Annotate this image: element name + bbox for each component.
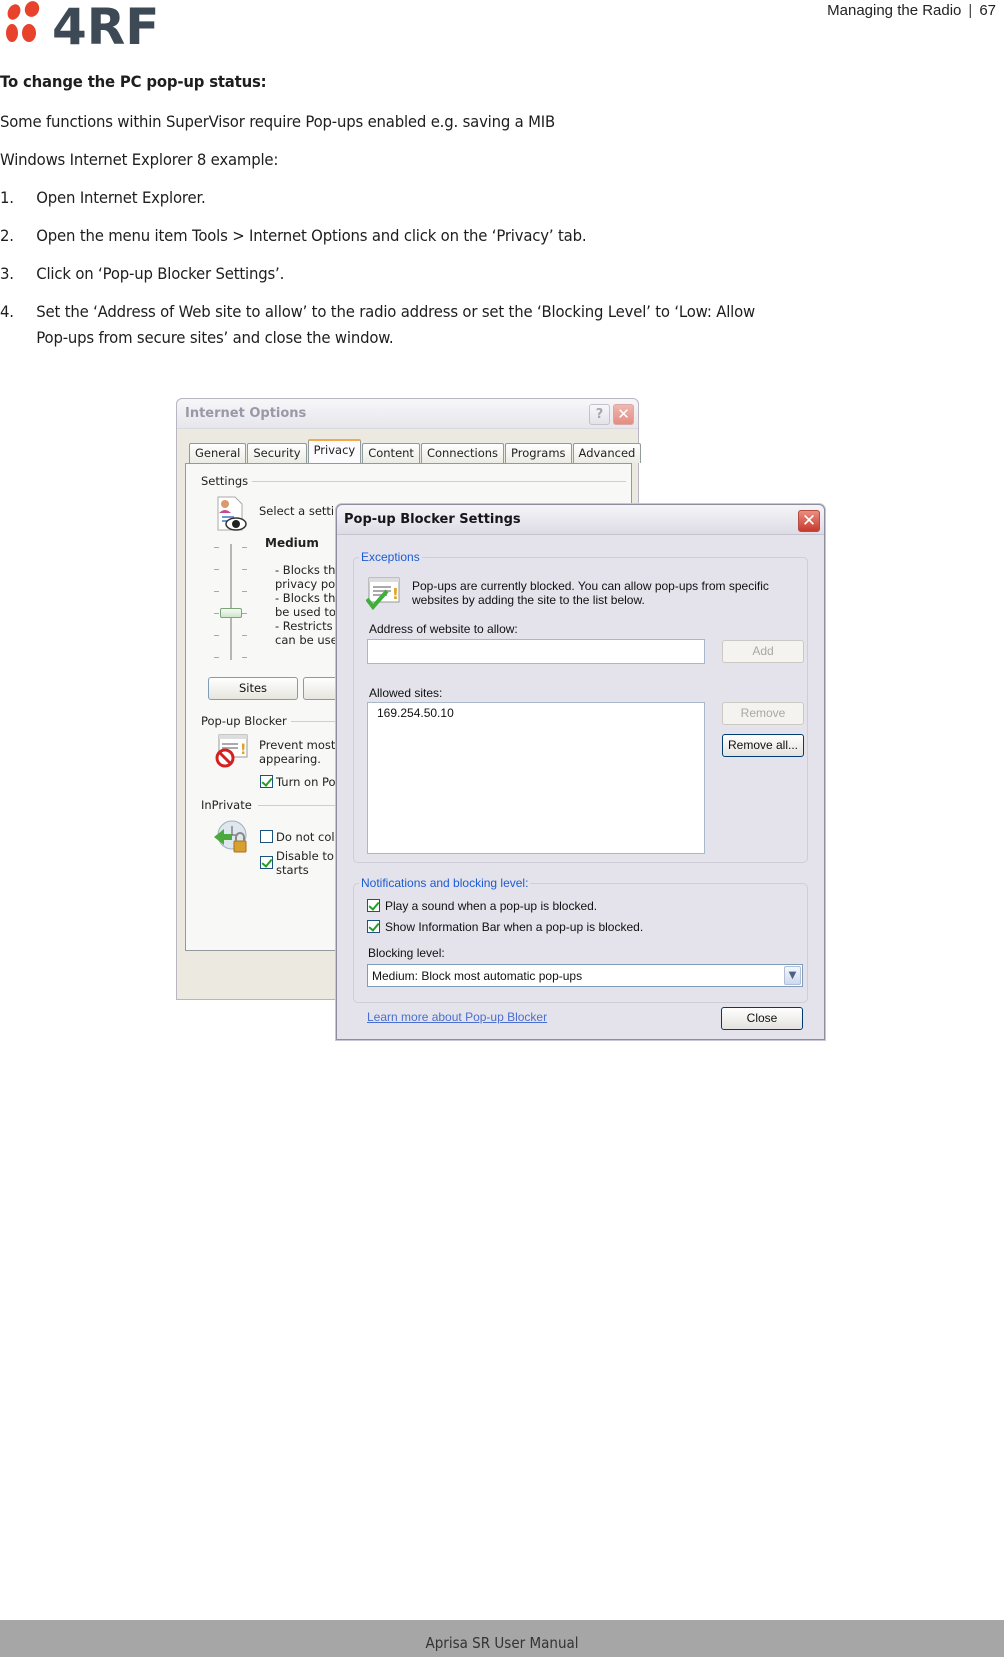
privacy-desc-line: be used to (275, 605, 336, 619)
notifications-legend: Notifications and blocking level: (359, 876, 531, 890)
exceptions-info-line: Pop-ups are currently blocked. You can a… (412, 579, 769, 593)
privacy-desc-line: - Blocks thi (275, 563, 339, 577)
slider-tick (242, 635, 247, 636)
window-title: Internet Options (185, 406, 307, 421)
dialog-title: Pop-up Blocker Settings (344, 512, 521, 527)
slider-tick (242, 591, 247, 592)
slider-tick (214, 547, 219, 548)
chevron-down-icon[interactable]: ▼ (784, 966, 801, 985)
sites-button[interactable]: Sites (208, 677, 298, 700)
exceptions-legend: Exceptions (359, 550, 422, 564)
privacy-desc-line: - Blocks thi (275, 591, 339, 605)
tab-connections[interactable]: Connections (420, 443, 505, 463)
help-icon[interactable]: ? (589, 404, 610, 425)
play-sound-checkbox[interactable] (367, 899, 380, 912)
slider-tick (242, 613, 247, 614)
inprivate-clock-lock-icon (212, 819, 250, 855)
remove-button[interactable]: Remove (722, 702, 804, 725)
slider-tick (214, 613, 219, 614)
internet-options-titlebar[interactable]: Internet Options ? ✕ (177, 399, 638, 429)
svg-text:!: ! (240, 742, 246, 758)
slider-tick (242, 547, 247, 548)
privacy-desc-line: can be use (275, 633, 338, 647)
privacy-document-eye-icon (214, 496, 248, 532)
slider-tick (214, 657, 219, 658)
learn-more-link[interactable]: Learn more about Pop-up Blocker (367, 1010, 547, 1024)
turn-on-popup-blocker-label: Turn on Po (276, 775, 336, 789)
popup-blocker-titlebar[interactable]: Pop-up Blocker Settings ✕ (337, 505, 824, 535)
popup-blocker-desc: Prevent most (259, 738, 336, 752)
popup-blocked-icon: ! (213, 734, 249, 768)
privacy-level-slider-track[interactable] (230, 544, 232, 636)
tab-content[interactable]: Content (362, 443, 420, 463)
blocking-level-value: Medium: Block most automatic pop-ups (372, 969, 583, 983)
close-icon[interactable]: ✕ (613, 404, 634, 425)
play-sound-label: Play a sound when a pop-up is blocked. (385, 899, 598, 913)
tab-advanced[interactable]: Advanced (572, 443, 642, 463)
allowed-sites-list[interactable]: 169.254.50.10 (367, 702, 705, 854)
footer-title: Aprisa SR User Manual (425, 1634, 579, 1652)
settings-divider (246, 481, 626, 482)
allowed-site-item[interactable]: 169.254.50.10 (377, 706, 454, 720)
slider-tick (214, 635, 219, 636)
tab-general[interactable]: General (189, 443, 247, 463)
disable-toolbars-label: Disable to (276, 849, 334, 863)
privacy-level-slider-track-lower[interactable] (230, 634, 232, 660)
do-not-collect-label: Do not col (276, 830, 335, 844)
blocking-level-label: Blocking level: (368, 946, 445, 960)
allowed-sites-label: Allowed sites: (369, 686, 443, 700)
show-info-bar-checkbox[interactable] (367, 920, 380, 933)
popup-allowed-icon: ! (365, 577, 402, 611)
privacy-desc-line: - Restricts (275, 619, 333, 633)
slider-tick (242, 657, 247, 658)
screenshot-figure: Internet Options ? ✕ General Security Pr… (0, 0, 1004, 1100)
close-button[interactable]: Close (721, 1007, 803, 1030)
tab-bar: General Security Privacy Content Connect… (189, 439, 642, 463)
page-footer: Aprisa SR User Manual (0, 1620, 1004, 1657)
slider-tick (242, 569, 247, 570)
tab-programs[interactable]: Programs (505, 443, 572, 463)
disable-toolbars-checkbox[interactable] (260, 856, 273, 869)
popup-blocker-group-label: Pop-up Blocker (201, 714, 291, 728)
privacy-desc-line: privacy po (275, 577, 336, 591)
settings-group-label: Settings (201, 474, 253, 488)
tab-privacy[interactable]: Privacy (307, 439, 362, 463)
privacy-level-slider-thumb[interactable] (220, 608, 242, 618)
inprivate-group-label: InPrivate (201, 798, 256, 812)
privacy-level-name: Medium (265, 536, 319, 550)
remove-all-button[interactable]: Remove all... (722, 734, 804, 757)
slider-tick (214, 569, 219, 570)
popup-blocker-settings-dialog: Pop-up Blocker Settings ✕ Exceptions ! P… (336, 504, 825, 1040)
popup-blocker-desc: appearing. (259, 752, 321, 766)
tab-security[interactable]: Security (247, 443, 307, 463)
close-icon[interactable]: ✕ (798, 510, 820, 532)
svg-text:!: ! (392, 585, 399, 603)
address-input[interactable] (367, 639, 705, 664)
disable-toolbars-label-cont: starts (276, 863, 309, 877)
slider-tick (214, 591, 219, 592)
blocking-level-select[interactable]: Medium: Block most automatic pop-ups ▼ (367, 964, 803, 987)
add-button[interactable]: Add (722, 640, 804, 663)
do-not-collect-checkbox[interactable] (260, 830, 273, 843)
show-info-bar-label: Show Information Bar when a pop-up is bl… (385, 920, 644, 934)
exceptions-info-line: websites by adding the site to the list … (412, 593, 645, 607)
turn-on-popup-blocker-checkbox[interactable] (260, 775, 273, 788)
address-label: Address of website to allow: (369, 622, 518, 636)
